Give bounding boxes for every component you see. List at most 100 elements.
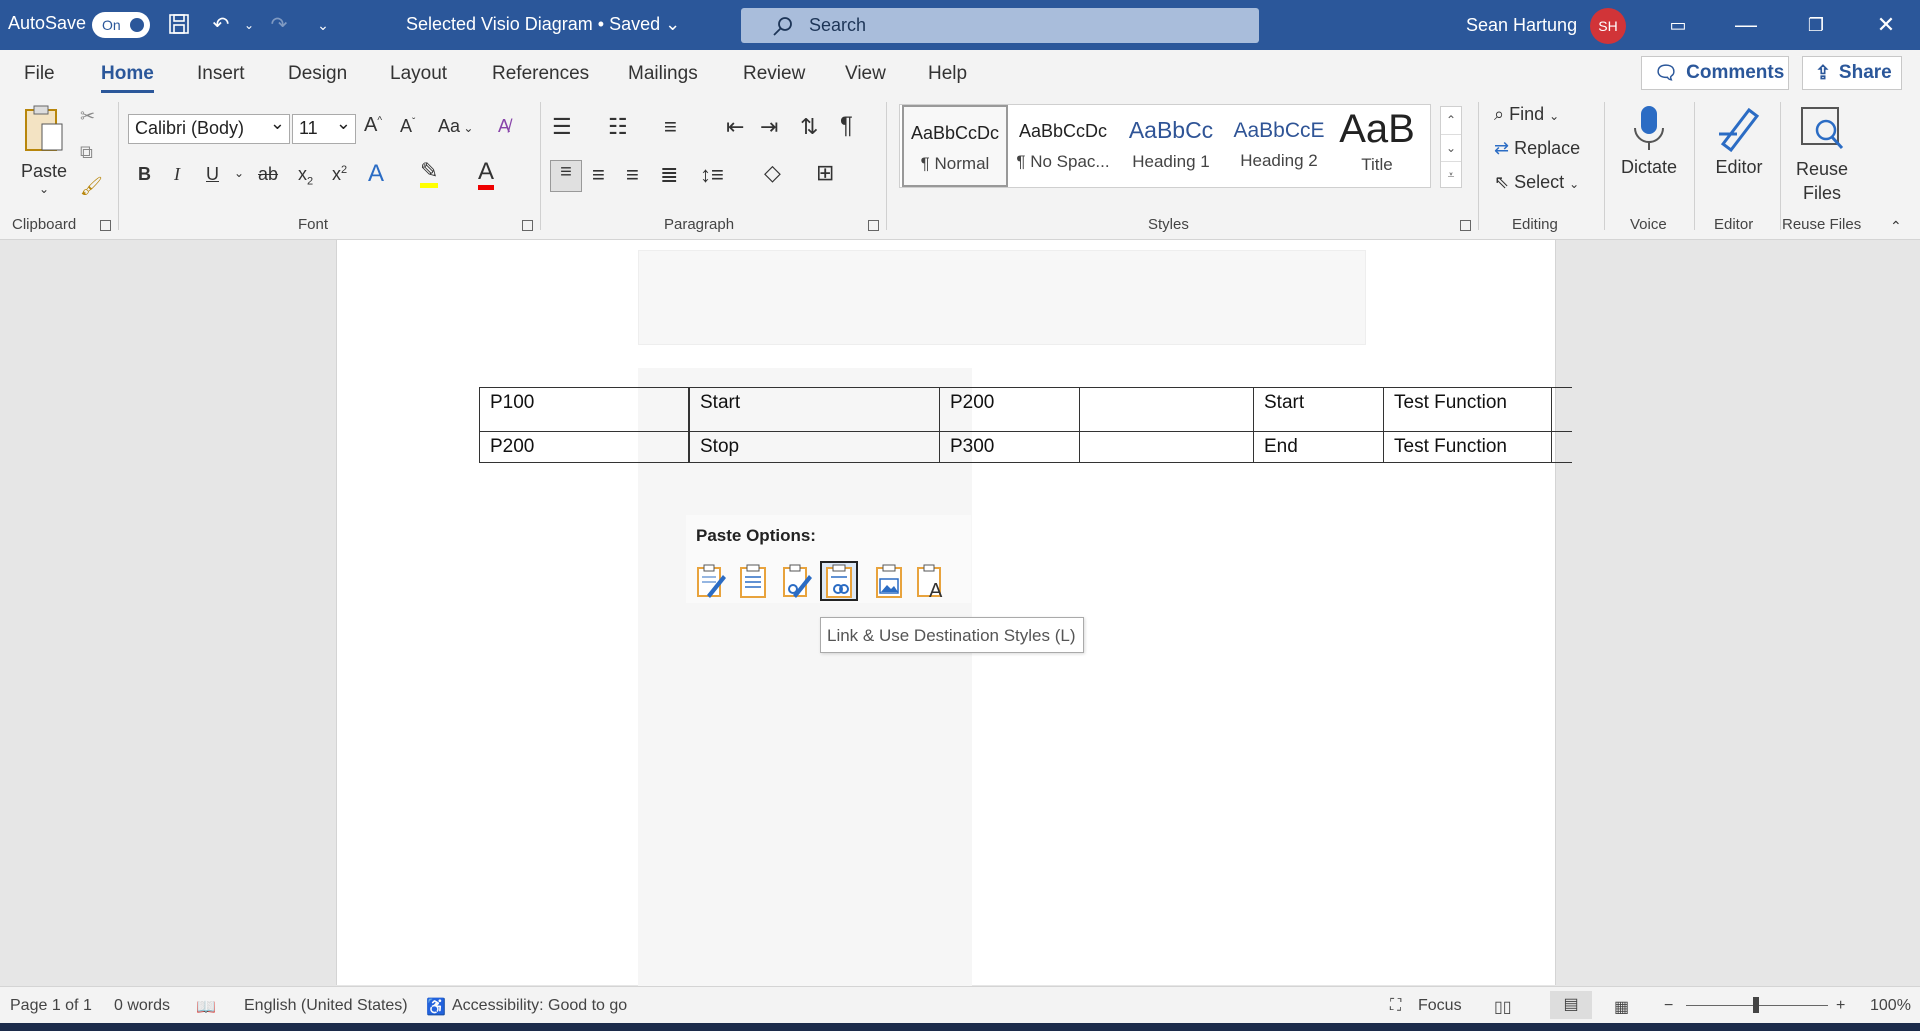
strikethrough-button[interactable]: ab xyxy=(258,164,278,185)
undo-icon[interactable]: ↶ xyxy=(208,12,234,38)
share-button[interactable]: ⇪ Share xyxy=(1802,56,1902,90)
link-keep-source-icon[interactable] xyxy=(778,561,816,601)
dictate-button[interactable]: Dictate xyxy=(1616,104,1682,178)
show-formatting-icon[interactable]: ¶ xyxy=(840,112,853,140)
tab-insert[interactable]: Insert xyxy=(197,63,245,85)
word-count[interactable]: 0 words xyxy=(114,997,170,1015)
proofing-icon[interactable]: 📖 xyxy=(196,997,216,1017)
tab-home[interactable]: Home xyxy=(101,63,154,93)
tab-view[interactable]: View xyxy=(845,63,886,85)
minimize-icon[interactable]: — xyxy=(1726,10,1766,40)
sort-icon[interactable]: ⇅ xyxy=(800,114,818,140)
style-normal[interactable]: AaBbCcDc ¶ Normal xyxy=(902,105,1008,187)
reuse-files-button[interactable]: Reuse Files xyxy=(1790,104,1854,205)
zoom-level[interactable]: 100% xyxy=(1870,997,1911,1015)
tab-references[interactable]: References xyxy=(492,63,589,85)
document-table[interactable]: P100 Start P200 Start Test Function P200… xyxy=(479,387,1572,463)
increase-indent-icon[interactable]: ⇥ xyxy=(760,114,778,140)
customize-toolbar-icon[interactable]: ⌄ xyxy=(310,12,336,38)
table-cell[interactable]: Stop xyxy=(689,431,940,463)
autosave-toggle[interactable]: On xyxy=(92,12,150,38)
tab-mailings[interactable]: Mailings xyxy=(628,63,698,85)
underline-button[interactable]: U xyxy=(206,164,219,185)
picture-icon[interactable] xyxy=(870,561,908,601)
table-cell[interactable] xyxy=(1079,387,1254,432)
print-layout-icon[interactable]: ▤ xyxy=(1550,991,1592,1019)
style-heading-2[interactable]: AaBbCcE Heading 2 xyxy=(1226,105,1332,187)
table-cell[interactable] xyxy=(1079,431,1254,463)
ribbon-display-options-icon[interactable]: ▭ xyxy=(1658,10,1698,40)
styles-launcher-icon[interactable] xyxy=(1460,220,1471,231)
table-cell[interactable]: P100 xyxy=(479,387,689,432)
line-spacing-icon[interactable]: ↕≡ xyxy=(700,162,724,188)
keep-source-formatting-icon[interactable] xyxy=(692,561,730,601)
table-cell[interactable]: P200 xyxy=(939,387,1080,432)
change-case-button[interactable]: Aa ⌄ xyxy=(438,116,473,137)
grow-font-icon[interactable]: A^ xyxy=(364,114,382,137)
search-input[interactable]: Search xyxy=(741,8,1259,43)
read-mode-icon[interactable]: ▯▯ xyxy=(1494,997,1512,1017)
select-button[interactable]: ⇖ Select ⌄ xyxy=(1494,172,1579,193)
font-name-combo[interactable]: Calibri (Body) xyxy=(128,113,290,144)
save-icon[interactable] xyxy=(166,12,192,38)
more-styles-icon[interactable]: ⩡ xyxy=(1441,161,1461,187)
bold-button[interactable]: B xyxy=(138,164,151,185)
scroll-up-icon[interactable]: ⌃ xyxy=(1441,107,1461,134)
copy-icon[interactable]: ⧉ xyxy=(80,142,93,163)
language[interactable]: English (United States) xyxy=(244,997,408,1015)
justify-icon[interactable]: ≣ xyxy=(660,162,678,188)
superscript-icon[interactable]: x2 xyxy=(332,164,347,185)
comments-button[interactable]: 🗨 Comments xyxy=(1641,56,1789,90)
zoom-slider-thumb[interactable] xyxy=(1753,997,1759,1013)
tab-review[interactable]: Review xyxy=(743,63,805,85)
format-painter-icon[interactable]: 🖌 xyxy=(80,176,103,197)
decrease-indent-icon[interactable]: ⇤ xyxy=(726,114,744,140)
table-cell[interactable]: Test Function xyxy=(1383,387,1552,432)
close-icon[interactable]: ✕ xyxy=(1866,10,1906,40)
font-size-combo[interactable]: 11 xyxy=(292,113,356,144)
paragraph-launcher-icon[interactable] xyxy=(868,220,879,231)
use-destination-styles-icon[interactable] xyxy=(734,561,772,601)
cut-icon[interactable]: ✂ xyxy=(80,106,95,127)
numbering-icon[interactable]: ☷ xyxy=(608,114,628,140)
clipboard-launcher-icon[interactable] xyxy=(100,220,111,231)
tab-design[interactable]: Design xyxy=(288,63,347,85)
multilevel-list-icon[interactable]: ≡ xyxy=(664,114,677,140)
style-no-spacing[interactable]: AaBbCcDc ¶ No Spac... xyxy=(1010,105,1116,187)
borders-icon[interactable]: ⊞ xyxy=(816,160,834,186)
table-cell[interactable] xyxy=(1551,431,1572,463)
zoom-in-icon[interactable]: + xyxy=(1836,997,1845,1015)
align-center-icon[interactable]: ≡ xyxy=(592,162,605,188)
keep-text-only-icon[interactable]: A xyxy=(912,561,950,601)
link-destination-styles-icon[interactable] xyxy=(820,561,858,601)
align-right-icon[interactable]: ≡ xyxy=(626,162,639,188)
style-title[interactable]: AaB Title xyxy=(1324,105,1430,187)
table-cell[interactable]: Start xyxy=(1253,387,1384,432)
bullets-icon[interactable]: ☰ xyxy=(552,114,572,140)
document-title[interactable]: Selected Visio Diagram • Saved ⌄ xyxy=(406,14,680,35)
collapse-ribbon-icon[interactable]: ⌃ xyxy=(1890,218,1902,235)
highlight-icon[interactable]: ✎ xyxy=(420,158,439,188)
tab-layout[interactable]: Layout xyxy=(390,63,447,85)
table-cell[interactable]: P300 xyxy=(939,431,1080,463)
find-button[interactable]: ⌕ Find ⌄ xyxy=(1494,104,1559,125)
italic-button[interactable]: I xyxy=(174,164,180,185)
style-heading-1[interactable]: AaBbCc Heading 1 xyxy=(1118,105,1224,187)
styles-scroll[interactable]: ⌃ ⌄ ⩡ xyxy=(1440,106,1462,188)
table-cell[interactable]: Start xyxy=(689,387,940,432)
table-cell[interactable]: Test Function xyxy=(1383,431,1552,463)
paste-button[interactable]: Paste ⌄ xyxy=(14,104,74,196)
zoom-out-icon[interactable]: − xyxy=(1664,997,1673,1015)
clear-formatting-icon[interactable]: A̸ xyxy=(498,116,510,137)
shrink-font-icon[interactable]: Aˇ xyxy=(400,116,415,137)
restore-icon[interactable]: ❐ xyxy=(1796,10,1836,40)
replace-button[interactable]: ⇄ Replace xyxy=(1494,138,1580,159)
subscript-icon[interactable]: x2 xyxy=(298,164,313,188)
table-cell[interactable]: End xyxy=(1253,431,1384,463)
avatar[interactable]: SH xyxy=(1590,8,1626,44)
page-count[interactable]: Page 1 of 1 xyxy=(10,997,92,1015)
table-cell[interactable] xyxy=(1551,387,1572,432)
web-layout-icon[interactable]: ▦ xyxy=(1614,997,1629,1017)
align-left-icon[interactable]: ≡ xyxy=(550,160,582,192)
font-color-icon[interactable]: A xyxy=(478,158,495,190)
